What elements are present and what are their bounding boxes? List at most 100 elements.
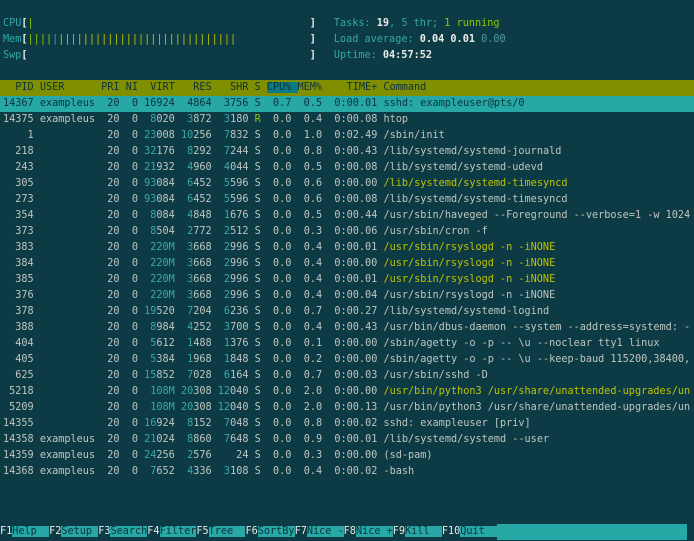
cell-mem-percent: 0.1 <box>298 338 323 349</box>
cell-shr-low: 044 <box>230 162 248 173</box>
cell-virt: 8 <box>144 322 156 333</box>
process-row[interactable]: 388 20 0 8984 4252 3700 S 0.0 0.4 0:00.4… <box>0 320 694 336</box>
cell-shr-low: 996 <box>230 258 248 269</box>
cell-user <box>40 322 95 333</box>
tasks-count: 19 <box>377 18 389 29</box>
column-header-virt[interactable]: VIRT <box>144 82 181 93</box>
cell-virt: 24 <box>144 450 156 461</box>
cell-ni: 0 <box>126 162 138 173</box>
cell-virt-low: 256 <box>156 450 174 461</box>
cell-cpu-percent: 0.0 <box>267 146 292 157</box>
process-row[interactable]: 14355 20 0 16924 8152 7048 S 0.0 0.8 0:0… <box>0 416 694 432</box>
process-row[interactable]: 14358 exampleus 20 0 21024 8860 7648 S 0… <box>0 432 694 448</box>
cell-mem-percent: 0.4 <box>298 242 323 253</box>
cell-time: 0:00.01 <box>328 242 377 253</box>
fkey-button-filter[interactable]: F4Filter <box>147 524 196 540</box>
cell-time: 0:00.27 <box>328 306 377 317</box>
process-row[interactable]: 625 20 0 15852 7028 6164 S 0.0 0.7 0:00.… <box>0 368 694 384</box>
cell-pri: 20 <box>101 226 119 237</box>
fkey-button-search[interactable]: F3Search <box>98 524 147 540</box>
cell-cpu-percent: 0.0 <box>267 290 292 301</box>
process-row[interactable]: 5209 20 0 108M 20308 12040 S 0.0 2.0 0:0… <box>0 400 694 416</box>
cell-res: 1 <box>181 338 193 349</box>
cell-virt: 8 <box>144 210 156 221</box>
fkey-button-kill[interactable]: F9Kill <box>393 524 442 540</box>
mem-meter-line: Mem[|||||||||||||||||||||||||||||||||| ]… <box>0 32 694 48</box>
cell-virt-low: 084 <box>156 178 174 189</box>
meter-empty-space <box>236 34 310 45</box>
cell-shr-low: 236 <box>230 306 248 317</box>
cell-shr: 2 <box>218 258 230 269</box>
cell-command: /sbin/init <box>383 130 444 141</box>
column-header-ni[interactable]: NI <box>126 82 144 93</box>
process-row[interactable]: 14367 exampleus 20 0 16924 4864 3756 S 0… <box>0 96 694 112</box>
process-row[interactable]: 404 20 0 5612 1488 1376 S 0.0 0.1 0:00.0… <box>0 336 694 352</box>
fkey-button-help[interactable]: F1Help <box>0 524 49 540</box>
column-header-res[interactable]: RES <box>181 82 218 93</box>
column-header-s[interactable]: S <box>255 82 267 93</box>
cell-cpu-percent: 0.0 <box>267 306 292 317</box>
column-header-cpu[interactable]: CPU% <box>267 82 298 93</box>
fkey-button-setup[interactable]: F2Setup <box>49 524 98 540</box>
cell-mem-percent: 0.8 <box>298 146 323 157</box>
fkey-button-sortby[interactable]: F6SortBy <box>245 524 294 540</box>
column-header-time[interactable]: TIME+ <box>328 82 383 93</box>
fkey-button-nice-[interactable]: F8Nice + <box>344 524 393 540</box>
cell-shr-low: 376 <box>230 338 248 349</box>
meter-close-bracket: ] <box>310 50 316 61</box>
process-row[interactable]: 14368 exampleus 20 0 7652 4336 3108 S 0.… <box>0 464 694 480</box>
cell-shr: 1 <box>218 338 230 349</box>
column-header-cmd[interactable]: Command <box>383 82 426 93</box>
function-key-bar: F1Help F2Setup F3SearchF4FilterF5Tree F6… <box>0 524 687 540</box>
swap-meter-line: Swp[ ] Uptime: 04:57:52 <box>0 48 694 64</box>
column-header-mem[interactable]: MEM% <box>298 82 329 93</box>
column-header-shr[interactable]: SHR <box>218 82 255 93</box>
cell-command: /usr/sbin/rsyslogd -n -iNONE <box>383 242 555 253</box>
column-header-pri[interactable]: PRI <box>101 82 126 93</box>
cell-pid: 383 <box>3 242 34 253</box>
process-row[interactable]: 383 20 0 220M 3668 2996 S 0.0 0.4 0:00.0… <box>0 240 694 256</box>
process-row[interactable]: 273 20 0 93084 6452 5596 S 0.0 0.6 0:00.… <box>0 192 694 208</box>
process-row[interactable]: 378 20 0 19520 7204 6236 S 0.0 0.7 0:00.… <box>0 304 694 320</box>
cell-user <box>40 354 95 365</box>
cell-virt-low: 384 <box>156 354 174 365</box>
cell-virt: 15 <box>144 370 156 381</box>
cell-virt: 8 <box>144 114 156 125</box>
cell-cpu-percent: 0.0 <box>267 434 292 445</box>
process-row[interactable]: 373 20 0 8504 2772 2512 S 0.0 0.3 0:00.0… <box>0 224 694 240</box>
process-row[interactable]: 243 20 0 21932 4960 4044 S 0.0 0.5 0:00.… <box>0 160 694 176</box>
cell-user <box>40 274 95 285</box>
cell-cpu-percent: 0.0 <box>267 322 292 333</box>
fkey-button-tree[interactable]: F5Tree <box>196 524 245 540</box>
process-row[interactable]: 405 20 0 5384 1968 1848 S 0.0 0.2 0:00.0… <box>0 352 694 368</box>
process-row[interactable]: 5218 20 0 108M 20308 12040 S 0.0 2.0 0:0… <box>0 384 694 400</box>
cell-mem-percent: 0.6 <box>298 194 323 205</box>
cell-virt: 23 <box>144 130 156 141</box>
fkey-number: F9 <box>393 526 405 537</box>
process-row[interactable]: 354 20 0 8084 4848 1676 S 0.0 0.5 0:00.4… <box>0 208 694 224</box>
cell-pri: 20 <box>101 322 119 333</box>
cell-user <box>40 402 95 413</box>
process-row[interactable]: 384 20 0 220M 3668 2996 S 0.0 0.4 0:00.0… <box>0 256 694 272</box>
cell-user <box>40 162 95 173</box>
process-table: 14367 exampleus 20 0 16924 4864 3756 S 0… <box>0 96 694 480</box>
fkey-button-nice-[interactable]: F7Nice - <box>295 524 344 540</box>
cell-shr-low: 244 <box>230 146 248 157</box>
process-row[interactable]: 1 20 0 23008 10256 7832 S 0.0 1.0 0:02.4… <box>0 128 694 144</box>
cell-shr-low: 596 <box>230 194 248 205</box>
cell-user <box>40 386 95 397</box>
column-header-user[interactable]: USER <box>40 82 101 93</box>
column-header-pid[interactable]: PID <box>3 82 40 93</box>
cell-shr-low: 996 <box>230 274 248 285</box>
process-row[interactable]: 14359 exampleus 20 0 24256 2576 24 S 0.0… <box>0 448 694 464</box>
cell-virt-low: 020 <box>156 114 174 125</box>
htop-terminal: CPU[| ] Tasks: 19, 5 thr; 1 running Mem[… <box>0 0 694 541</box>
process-row[interactable]: 218 20 0 32176 8292 7244 S 0.0 0.8 0:00.… <box>0 144 694 160</box>
process-row[interactable]: 385 20 0 220M 3668 2996 S 0.0 0.4 0:00.0… <box>0 272 694 288</box>
process-row[interactable]: 14375 exampleus 20 0 8020 3872 3180 R 0.… <box>0 112 694 128</box>
cell-shr-low: 512 <box>230 226 248 237</box>
cell-pri: 20 <box>101 386 119 397</box>
process-row[interactable]: 376 20 0 220M 3668 2996 S 0.0 0.4 0:00.0… <box>0 288 694 304</box>
process-row[interactable]: 305 20 0 93084 6452 5596 S 0.0 0.6 0:00.… <box>0 176 694 192</box>
fkey-button-quit[interactable]: F10Quit <box>442 524 497 540</box>
